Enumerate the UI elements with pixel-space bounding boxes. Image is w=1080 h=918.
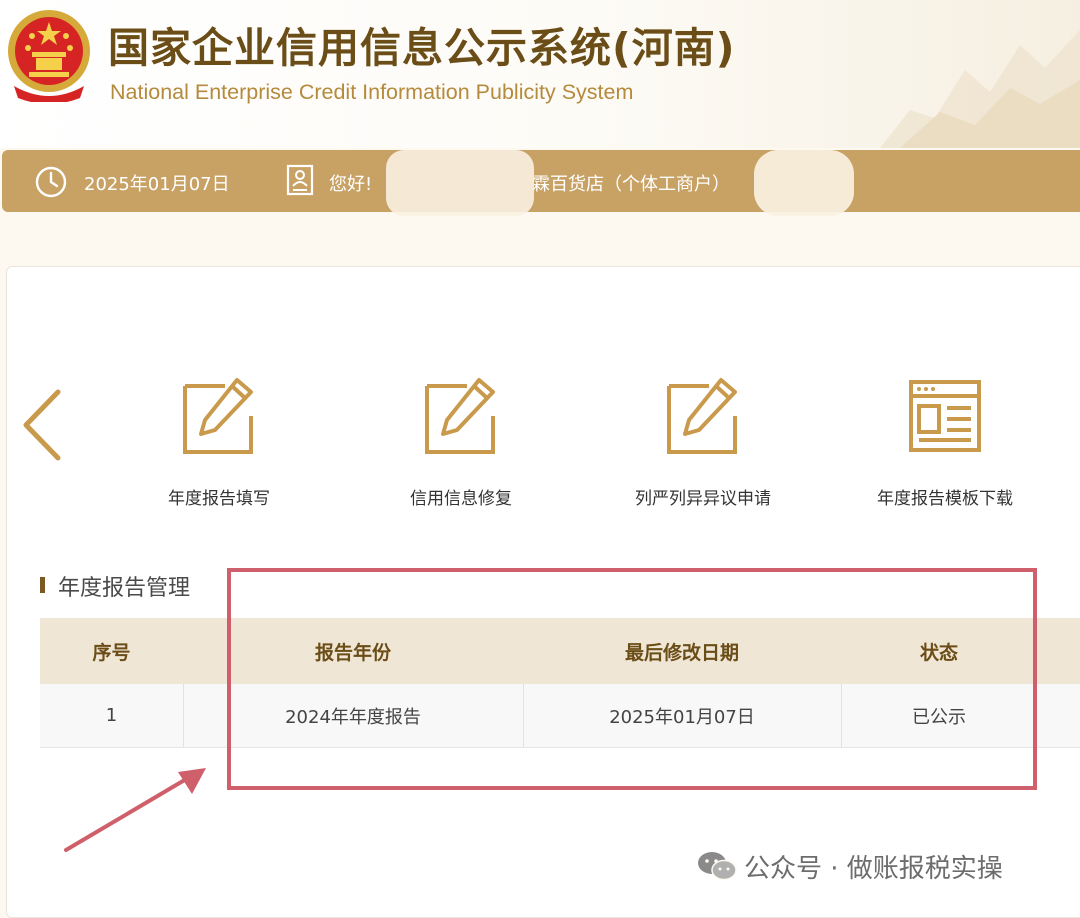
edit-icon xyxy=(183,378,253,454)
site-title: 国家企业信用信息公示系统(河南) xyxy=(108,24,736,72)
wechat-icon xyxy=(698,852,737,881)
edit-icon xyxy=(667,378,737,454)
redacted-area xyxy=(386,150,534,216)
template-icon xyxy=(909,380,981,452)
site-subtitle: National Enterprise Credit Information P… xyxy=(110,80,634,104)
function-template-download[interactable]: 年度报告模板下载 xyxy=(845,376,1045,516)
site-header: 国家企业信用信息公示系统(河南) National Enterprise Cre… xyxy=(0,0,1080,148)
edit-icon xyxy=(425,378,495,454)
current-date: 2025年01月07日 xyxy=(84,174,230,195)
function-label: 列严列异异议申请 xyxy=(635,489,771,509)
row-cell-index: 1 xyxy=(105,705,118,726)
annotation-highlight-box xyxy=(227,568,1037,790)
greeting-text: 您好! xyxy=(329,174,373,195)
function-objection-application[interactable]: 列严列异异议申请 xyxy=(603,376,803,516)
company-name: 霖百货店（个体工商户） xyxy=(532,174,730,195)
annotation-arrow-icon xyxy=(64,768,206,852)
function-credit-repair[interactable]: 信用信息修复 xyxy=(361,376,561,516)
section-title: 年度报告管理 xyxy=(58,576,191,601)
clock-icon xyxy=(35,166,67,198)
section-marker xyxy=(40,577,45,593)
national-emblem-icon xyxy=(8,10,90,102)
function-label: 信用信息修复 xyxy=(410,489,512,509)
function-label: 年度报告填写 xyxy=(168,489,270,509)
header-cell-index: 序号 xyxy=(92,641,131,664)
watermark-text: 公众号 · 做账报税实操 xyxy=(744,854,1003,884)
redacted-area xyxy=(754,150,854,216)
function-label: 年度报告模板下载 xyxy=(877,489,1013,509)
mountain-decoration xyxy=(880,30,1080,148)
user-card-icon xyxy=(286,164,314,196)
user-info-bar: 2025年01月07日 您好! 霖百货店（个体工商户） xyxy=(2,150,1080,216)
chevron-left-icon[interactable] xyxy=(18,386,66,464)
function-annual-report-fill[interactable]: 年度报告填写 xyxy=(119,376,319,516)
